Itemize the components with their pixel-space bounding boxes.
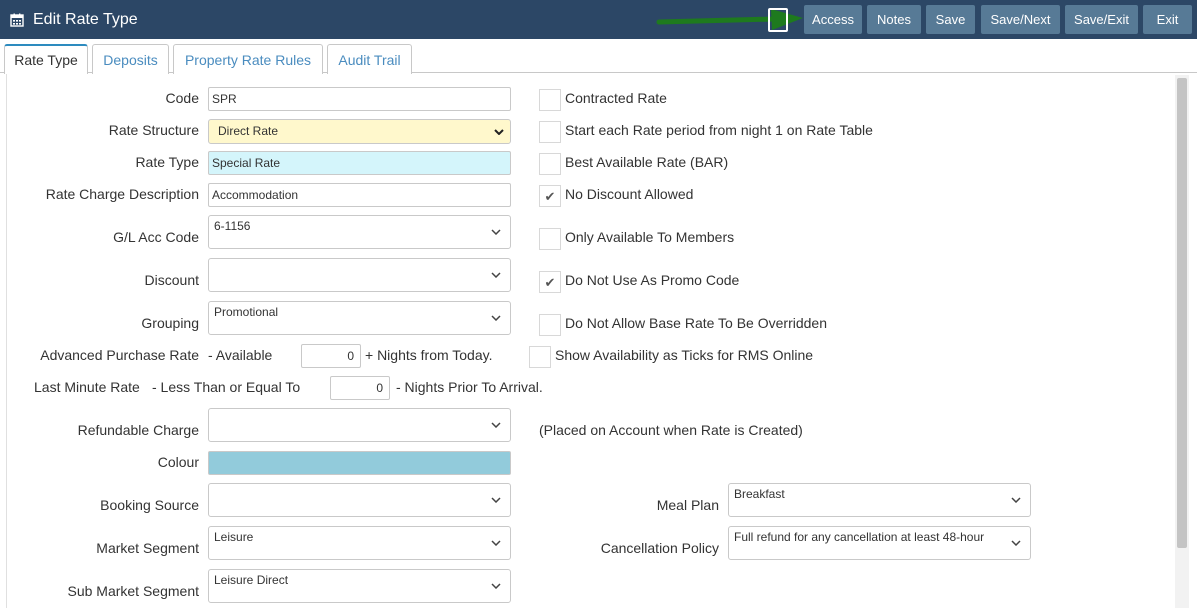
colour-picker[interactable] — [208, 451, 511, 475]
chevron-down-icon — [491, 272, 501, 278]
checkmark-icon: ✔ — [544, 274, 556, 290]
last-minute-suffix: - Nights Prior To Arrival. — [396, 379, 543, 395]
meal-plan-value: Breakfast — [734, 487, 785, 501]
advanced-purchase-suffix: + Nights from Today. — [365, 347, 493, 363]
gl-acc-code-value: 6-1156 — [214, 219, 251, 233]
chevron-down-icon — [491, 229, 501, 235]
sub-market-segment-select[interactable]: Leisure Direct — [208, 569, 511, 603]
chevron-down-icon — [491, 422, 501, 428]
notes-button[interactable]: Notes — [867, 5, 921, 34]
no-discount-allowed-label: No Discount Allowed — [565, 186, 694, 202]
chevron-down-icon — [491, 497, 501, 503]
market-segment-label: Market Segment — [96, 540, 199, 556]
booking-source-label: Booking Source — [100, 497, 199, 513]
grouping-label: Grouping — [141, 315, 199, 331]
best-available-rate-checkbox[interactable] — [539, 153, 561, 175]
cancellation-policy-value: Full refund for any cancellation at leas… — [734, 530, 985, 544]
save-exit-button[interactable]: Save/Exit — [1065, 5, 1138, 34]
save-button[interactable]: Save — [926, 5, 975, 34]
refundable-charge-note: (Placed on Account when Rate is Created) — [539, 422, 803, 438]
tab-audit-trail[interactable]: Audit Trail — [327, 44, 412, 74]
do-not-allow-base-rate-override-checkbox[interactable] — [539, 314, 561, 336]
checkmark-icon: ✔ — [544, 188, 556, 204]
rate-charge-description-label: Rate Charge Description — [45, 186, 199, 202]
discount-select[interactable] — [208, 258, 511, 292]
tab-deposits[interactable]: Deposits — [92, 44, 169, 74]
gl-acc-code-label: G/L Acc Code — [113, 229, 199, 245]
sub-market-segment-value: Leisure Direct — [214, 573, 289, 587]
advanced-purchase-label: Advanced Purchase Rate — [40, 347, 199, 363]
chevron-down-icon — [491, 583, 501, 589]
save-next-button[interactable]: Save/Next — [981, 5, 1060, 34]
advanced-purchase-sub-label: - Available — [208, 347, 273, 363]
no-discount-allowed-checkbox[interactable]: ✔ — [539, 185, 561, 207]
cancellation-policy-label: Cancellation Policy — [600, 540, 719, 556]
last-minute-nights-input[interactable]: 0 — [330, 376, 390, 400]
header-title-wrap: Edit Rate Type — [10, 0, 138, 39]
calendar-icon — [10, 13, 24, 27]
focus-indicator — [768, 8, 788, 32]
chevron-down-icon — [494, 128, 504, 135]
code-input[interactable]: SPR — [208, 87, 511, 111]
rate-type-label: Rate Type — [135, 154, 199, 170]
refundable-charge-label: Refundable Charge — [77, 422, 199, 438]
tab-bar: Rate Type Deposits Property Rate Rules A… — [0, 39, 1197, 74]
rate-type-input[interactable]: Special Rate — [208, 151, 511, 175]
booking-source-select[interactable] — [208, 483, 511, 517]
meal-plan-label: Meal Plan — [656, 497, 719, 513]
grouping-value: Promotional — [214, 305, 279, 319]
market-segment-value: Leisure — [214, 530, 254, 544]
do-not-use-as-promo-code-checkbox[interactable]: ✔ — [539, 271, 561, 293]
contracted-rate-label: Contracted Rate — [565, 90, 667, 106]
exit-button[interactable]: Exit — [1143, 5, 1192, 34]
start-rate-period-label: Start each Rate period from night 1 on R… — [565, 122, 873, 138]
grouping-select[interactable]: Promotional — [208, 301, 511, 335]
chevron-down-icon — [491, 315, 501, 321]
scrollbar-thumb[interactable] — [1177, 78, 1187, 548]
meal-plan-select[interactable]: Breakfast — [728, 483, 1031, 517]
show-availability-ticks-label: Show Availability as Ticks for RMS Onlin… — [555, 347, 814, 363]
start-rate-period-checkbox[interactable] — [539, 121, 561, 143]
rate-charge-description-input[interactable]: Accommodation — [208, 183, 511, 207]
advanced-purchase-nights-input[interactable]: 0 — [301, 344, 361, 368]
only-available-to-members-checkbox[interactable] — [539, 228, 561, 250]
app-header: Edit Rate Type Access Notes Save Save/Ne… — [0, 0, 1197, 39]
access-button[interactable]: Access — [804, 5, 862, 34]
chevron-down-icon — [1011, 540, 1021, 546]
contracted-rate-checkbox[interactable] — [539, 89, 561, 111]
rate-structure-value: Direct Rate — [218, 124, 279, 138]
discount-label: Discount — [144, 272, 199, 288]
do-not-allow-base-rate-override-label: Do Not Allow Base Rate To Be Overridden — [565, 315, 827, 331]
only-available-to-members-label: Only Available To Members — [565, 229, 735, 245]
refundable-charge-select[interactable] — [208, 408, 511, 442]
page-title: Edit Rate Type — [33, 10, 138, 28]
last-minute-sub-label: - Less Than or Equal To — [152, 379, 301, 395]
tab-rate-type[interactable]: Rate Type — [4, 44, 88, 74]
rate-structure-select[interactable]: Direct Rate — [208, 119, 511, 144]
sub-market-segment-label: Sub Market Segment — [67, 583, 199, 599]
gl-acc-code-select[interactable]: 6-1156 — [208, 215, 511, 249]
code-label: Code — [165, 90, 199, 106]
market-segment-select[interactable]: Leisure — [208, 526, 511, 560]
cancellation-policy-select[interactable]: Full refund for any cancellation at leas… — [728, 526, 1031, 560]
show-availability-ticks-checkbox[interactable] — [529, 346, 551, 368]
tab-property-rate-rules[interactable]: Property Rate Rules — [173, 44, 323, 74]
last-minute-label: Last Minute Rate — [34, 379, 140, 395]
best-available-rate-label: Best Available Rate (BAR) — [565, 154, 729, 170]
chevron-down-icon — [491, 540, 501, 546]
colour-label: Colour — [157, 454, 199, 470]
chevron-down-icon — [1011, 497, 1021, 503]
do-not-use-as-promo-code-label: Do Not Use As Promo Code — [565, 272, 740, 288]
rate-structure-label: Rate Structure — [108, 122, 199, 138]
